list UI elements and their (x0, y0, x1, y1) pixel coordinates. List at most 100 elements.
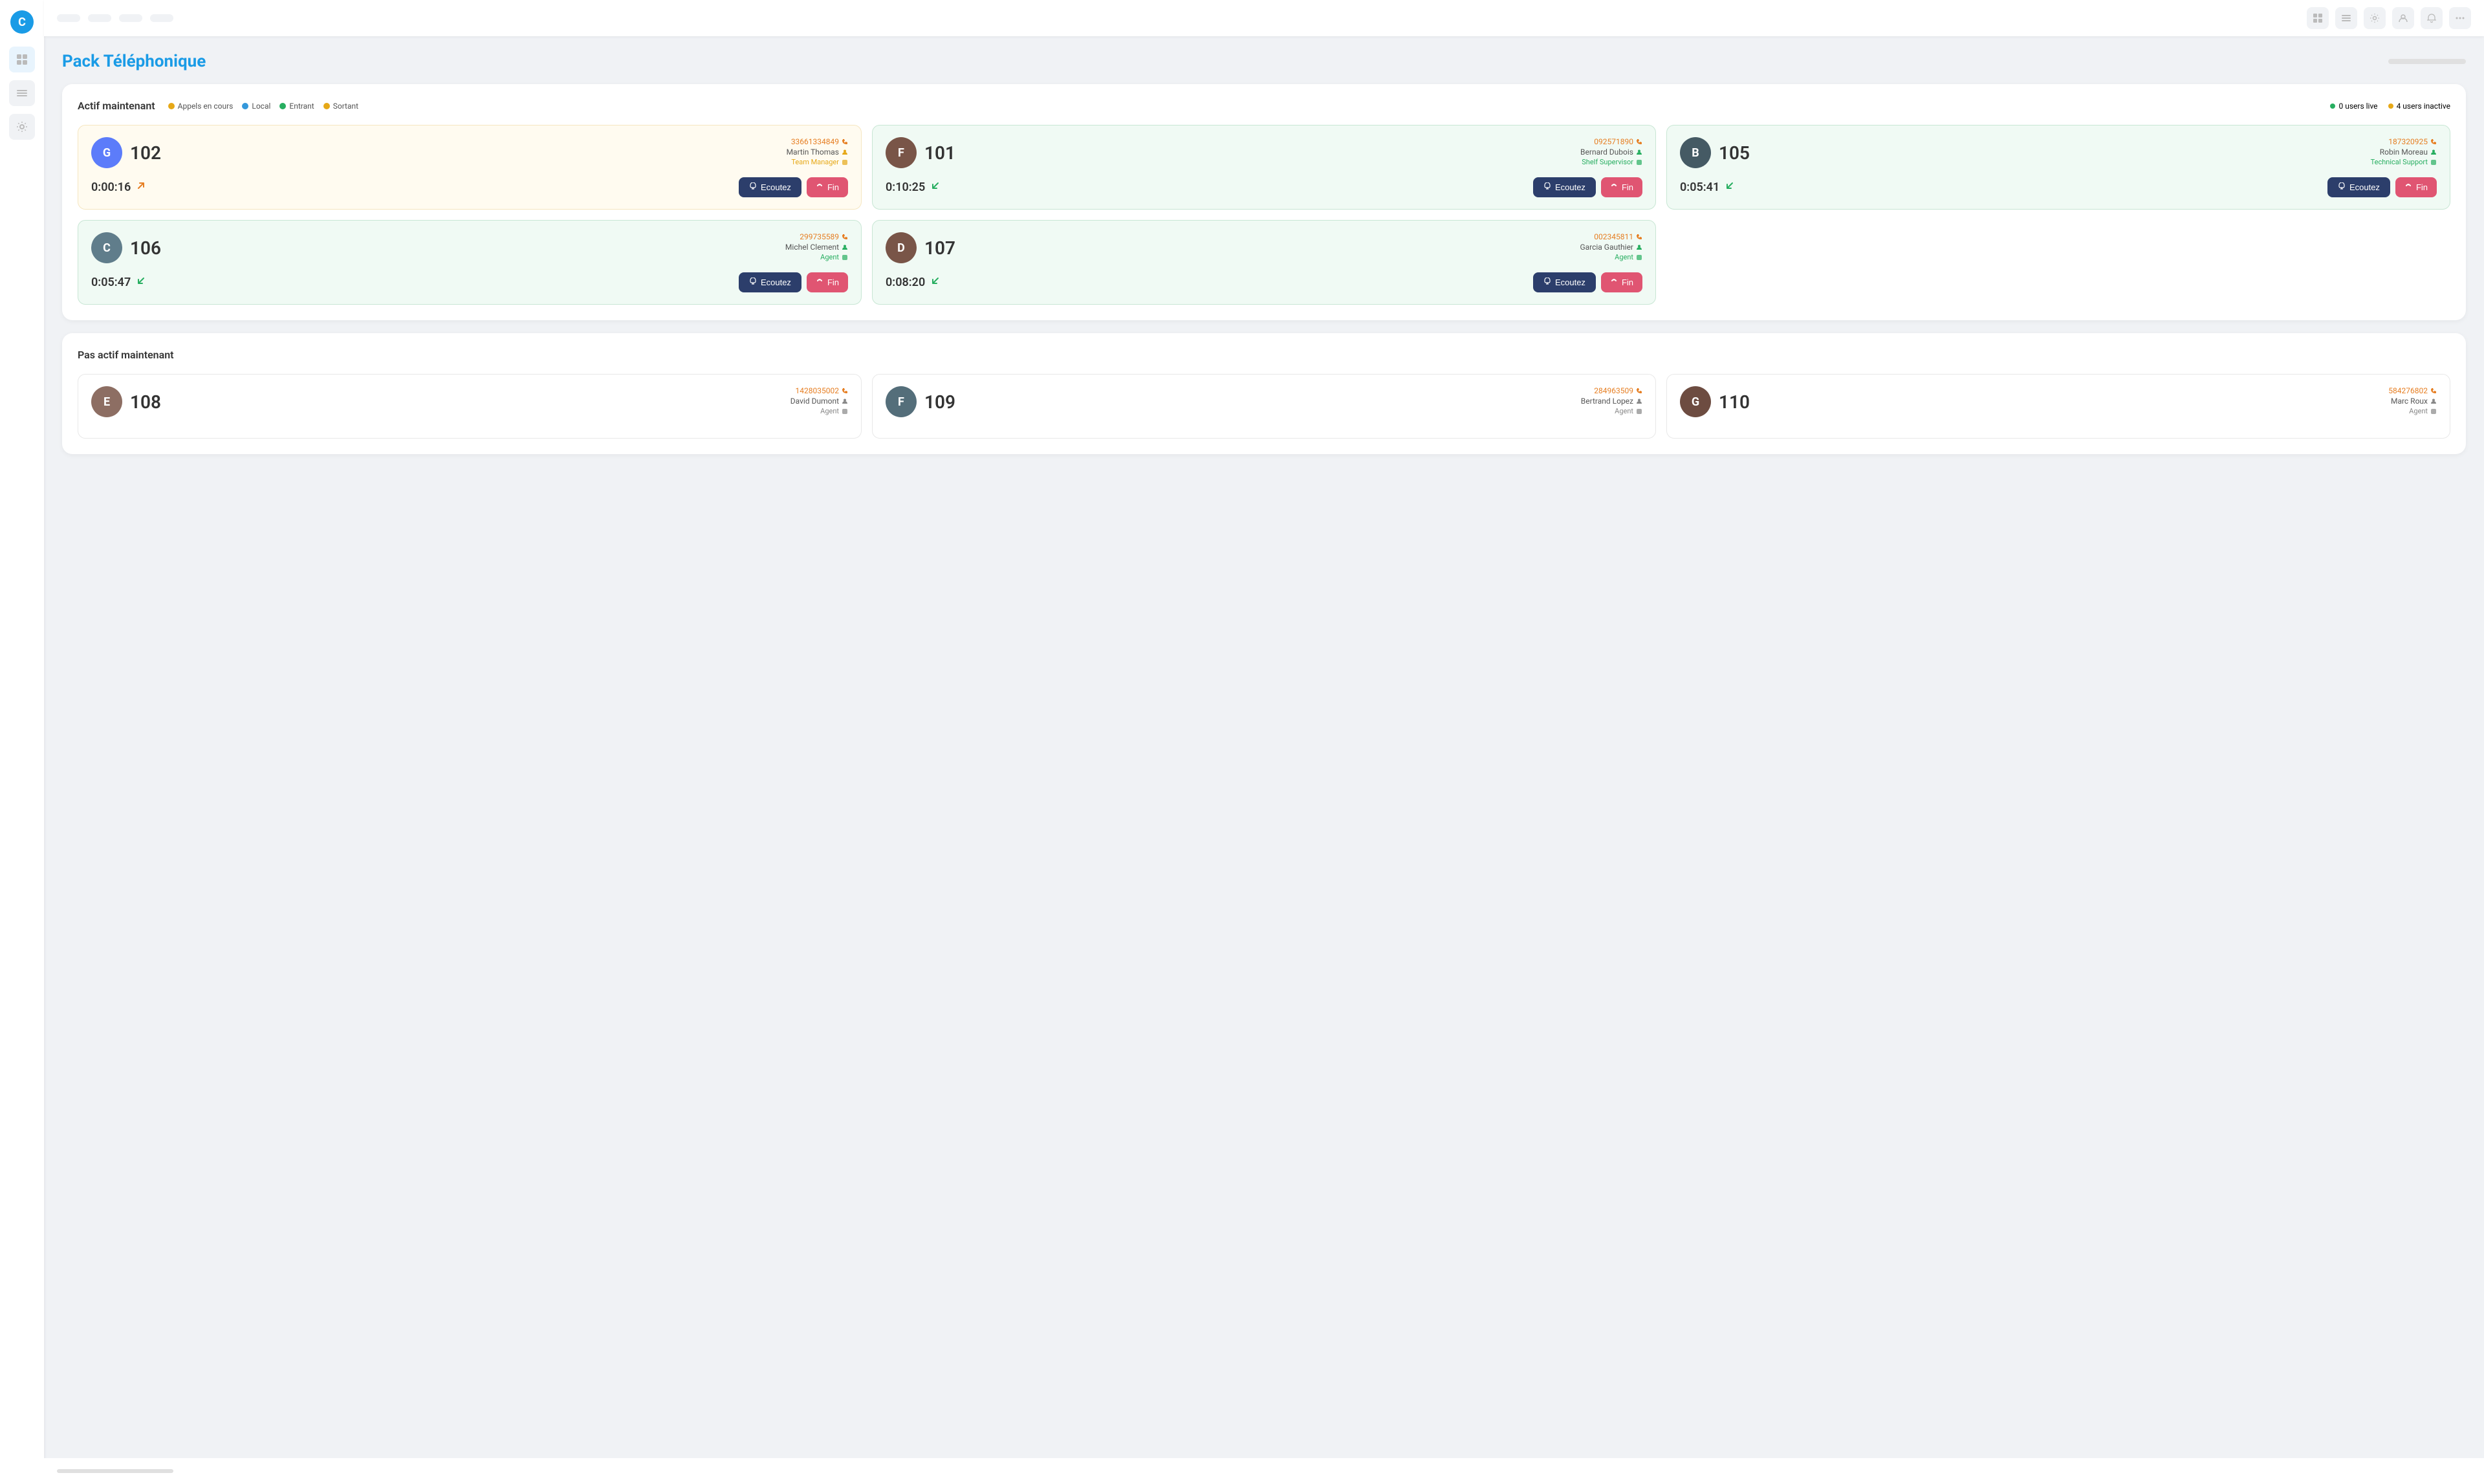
card-left-102: G 102 (91, 137, 161, 168)
main-content: Pack Téléphonique Actif maintenant Appel… (44, 36, 2484, 1458)
active-section-header: Actif maintenant Appels en cours Local E… (78, 100, 2450, 112)
nav-pill-2[interactable] (88, 14, 111, 22)
card-actions-102: Ecoutez Fin (739, 177, 848, 197)
card-left-101: F 101 (886, 137, 955, 168)
listen-icon-102 (749, 182, 757, 192)
end-icon-101 (1610, 182, 1618, 192)
settings-icon-btn[interactable] (2364, 7, 2386, 29)
card-phone-101: 092571890 (1580, 137, 1642, 146)
legend-label-local: Local (252, 102, 270, 111)
legend-label-appels: Appels en cours (178, 102, 234, 111)
call-timer-107: 0:08:20 (886, 276, 941, 289)
card-actions-101: Ecoutez Fin (1533, 177, 1642, 197)
inactive-agent-number-110: 110 (1719, 391, 1750, 413)
sidebar-btn-2[interactable] (9, 80, 35, 106)
more-icon-btn[interactable] (2449, 7, 2471, 29)
card-left-105: B 105 (1680, 137, 1750, 168)
inactive-card-109: F 109 284963509 Bertrand Lopez Agent (872, 374, 1656, 439)
end-button-102[interactable]: Fin (807, 177, 848, 197)
card-bottom-105: 0:05:41 Ecoutez Fin (1680, 177, 2437, 197)
avatar: G (91, 137, 122, 168)
card-top-105: B 105 187320925 Robin Moreau Technical S… (1680, 137, 2437, 168)
call-direction-icon-106 (136, 276, 146, 289)
end-button-101[interactable]: Fin (1601, 177, 1642, 197)
inactive-agent-number-108: 108 (130, 391, 161, 413)
avatar: C (91, 232, 122, 263)
agent-number-105: 105 (1719, 142, 1750, 164)
listen-button-102[interactable]: Ecoutez (739, 177, 801, 197)
legend-dot-entrant (279, 103, 286, 109)
card-top-107: D 107 002345811 Garcia Gauthier Agent (886, 232, 1642, 263)
card-role-107: Agent (1580, 253, 1642, 261)
page-header: Pack Téléphonique (62, 52, 2466, 71)
scrollbar[interactable] (57, 1469, 173, 1473)
agent-number-107: 107 (924, 237, 955, 259)
call-timer-101: 0:10:25 (886, 180, 941, 194)
call-card-101: F 101 092571890 Bernard Dubois Shelf Sup… (872, 125, 1656, 210)
inactive-card-left-110: G 110 (1680, 386, 1750, 417)
card-bottom-101: 0:10:25 Ecoutez Fin (886, 177, 1642, 197)
card-top-101: F 101 092571890 Bernard Dubois Shelf Sup… (886, 137, 1642, 168)
legend-sortant: Sortant (323, 102, 358, 111)
card-bottom-107: 0:08:20 Ecoutez Fin (886, 272, 1642, 292)
end-button-107[interactable]: Fin (1601, 272, 1642, 292)
nav-pill-3[interactable] (119, 14, 142, 22)
end-button-106[interactable]: Fin (807, 272, 848, 292)
sidebar-btn-3[interactable] (9, 114, 35, 140)
card-role-102: Team Manager (787, 158, 848, 166)
inactive-card-110: G 110 584276802 Marc Roux Agent (1666, 374, 2450, 439)
avatar: F (886, 137, 917, 168)
inactive-card-right-110: 584276802 Marc Roux Agent (2388, 386, 2437, 415)
users-live-label: 0 users live (2338, 102, 2377, 111)
inactive-card-role-110: Agent (2388, 407, 2437, 415)
legend-dot-sortant (323, 103, 330, 109)
inactive-card-phone-110: 584276802 (2388, 386, 2437, 395)
avatar: F (886, 386, 917, 417)
page-title: Pack Téléphonique (62, 52, 206, 71)
active-section-title: Actif maintenant (78, 100, 155, 112)
legend-entrant: Entrant (279, 102, 314, 111)
end-button-105[interactable]: Fin (2395, 177, 2437, 197)
card-phone-106: 299735589 (785, 232, 848, 241)
card-top-102: G 102 33661334849 Martin Thomas Team Man… (91, 137, 848, 168)
nav-pill-4[interactable] (150, 14, 173, 22)
listen-button-106[interactable]: Ecoutez (739, 272, 801, 292)
legend-dot-local (242, 103, 248, 109)
sidebar-btn-1[interactable] (9, 47, 35, 72)
inactive-card-108: E 108 1428035002 David Dumont Agent (78, 374, 862, 439)
user-icon-btn[interactable] (2392, 7, 2414, 29)
active-cards-grid: G 102 33661334849 Martin Thomas Team Man… (78, 125, 2450, 305)
inactive-card-left-109: F 109 (886, 386, 955, 417)
listen-icon-105 (2338, 182, 2346, 192)
list-icon-btn[interactable] (2335, 7, 2357, 29)
listen-button-101[interactable]: Ecoutez (1533, 177, 1596, 197)
listen-icon-101 (1543, 182, 1551, 192)
grid-icon-btn[interactable] (2307, 7, 2329, 29)
card-agentname-101: Bernard Dubois (1580, 147, 1642, 157)
inactive-card-agentname-109: Bertrand Lopez (1581, 397, 1642, 406)
avatar: B (1680, 137, 1711, 168)
nav-pill-1[interactable] (57, 14, 80, 22)
call-timer-105: 0:05:41 (1680, 180, 1735, 194)
avatar: E (91, 386, 122, 417)
card-right-107: 002345811 Garcia Gauthier Agent (1580, 232, 1642, 261)
card-top-106: C 106 299735589 Michel Clement Agent (91, 232, 848, 263)
inactive-card-phone-108: 1428035002 (790, 386, 848, 395)
inactive-card-role-109: Agent (1581, 407, 1642, 415)
topnav-right-icons (2307, 7, 2471, 29)
legend-appels: Appels en cours (168, 102, 234, 111)
top-navigation (44, 0, 2484, 36)
bottom-bar (44, 1458, 2484, 1484)
call-direction-icon-105 (1725, 180, 1735, 194)
live-dot (2330, 104, 2335, 109)
inactive-card-left-108: E 108 (91, 386, 161, 417)
listen-button-107[interactable]: Ecoutez (1533, 272, 1596, 292)
end-icon-107 (1610, 278, 1618, 287)
call-card-105: B 105 187320925 Robin Moreau Technical S… (1666, 125, 2450, 210)
agent-number-102: 102 (130, 142, 161, 164)
call-direction-icon-101 (930, 180, 941, 194)
listen-button-105[interactable]: Ecoutez (2327, 177, 2390, 197)
inactive-card-role-108: Agent (790, 407, 848, 415)
card-right-105: 187320925 Robin Moreau Technical Support (2371, 137, 2437, 166)
bell-icon-btn[interactable] (2421, 7, 2443, 29)
